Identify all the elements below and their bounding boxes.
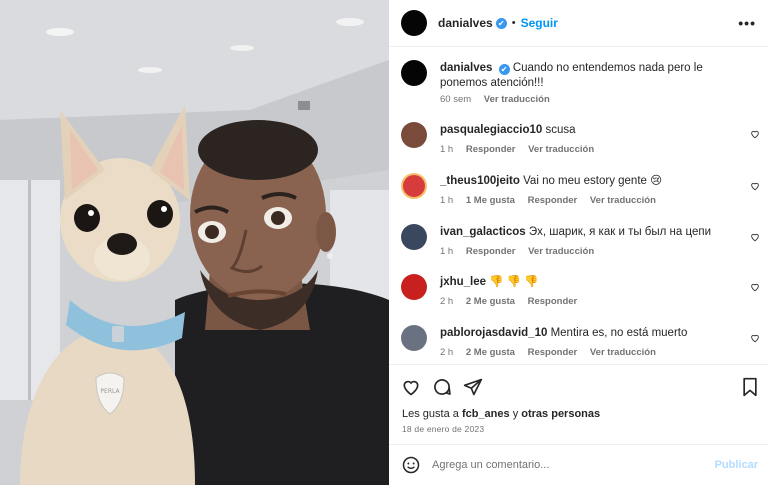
comment-reply-link[interactable]: Responder	[528, 195, 578, 206]
follow-button[interactable]: Seguir	[521, 16, 558, 30]
caption-time: 60 sem	[440, 94, 472, 105]
comment-body: Vai no meu estory gente 😢	[523, 175, 663, 187]
caption-row: danialves ✔ Cuando no entendemos nada pe…	[389, 57, 768, 112]
verified-badge-icon: ✔	[498, 64, 510, 75]
comment-reply-link[interactable]: Responder	[528, 347, 578, 358]
caption-avatar[interactable]	[401, 60, 427, 86]
emoji-icon[interactable]	[402, 456, 420, 474]
comment-translate-link[interactable]: Ver traducción	[590, 347, 656, 358]
comment-likes-count[interactable]: 1 Me gusta	[466, 195, 515, 206]
post-actions: Les gusta a fcb_anes y otras personas 18…	[389, 364, 768, 444]
caption-username[interactable]: danialves	[440, 62, 492, 74]
post-side-panel: danialves ✔ • Seguir ••• danialves ✔ Cua…	[389, 0, 768, 485]
separator-dot: •	[511, 17, 516, 29]
post-photo[interactable]: PERLA	[0, 0, 389, 485]
comment-text: pablorojasdavid_10 Mentira es, no está m…	[440, 326, 734, 341]
comment-icon[interactable]	[432, 377, 452, 397]
caption-text: danialves ✔ Cuando no entendemos nada pe…	[440, 61, 734, 91]
caption-meta: 60 sem Ver traducción	[440, 94, 560, 105]
comment-time: 2 h	[440, 347, 454, 358]
comment-username[interactable]: jxhu_lee	[440, 276, 486, 288]
author-avatar[interactable]	[401, 10, 427, 36]
comment-username[interactable]: ivan_galacticos	[440, 226, 526, 238]
comment-row: pablorojasdavid_10 Mentira es, no está m…	[389, 323, 768, 364]
comment-composer: Publicar	[389, 444, 768, 485]
comment-reply-link[interactable]: Responder	[528, 296, 578, 307]
publish-button[interactable]: Publicar	[715, 459, 758, 471]
comment-time: 1 h	[440, 195, 454, 206]
comment-time: 2 h	[440, 296, 454, 307]
comment-text: _theus100jeito Vai no meu estory gente 😢	[440, 174, 734, 189]
likes-connector: y	[512, 408, 519, 420]
comment-meta: 1 h Responder Ver traducción	[440, 144, 604, 155]
comment-avatar[interactable]	[401, 325, 427, 351]
heart-icon[interactable]	[401, 377, 421, 397]
comment-like-heart-icon[interactable]	[750, 282, 760, 292]
likes-others-link[interactable]: otras personas	[521, 408, 600, 420]
post-header: danialves ✔ • Seguir •••	[389, 0, 768, 47]
comment-row: pasqualegiaccio10 scusa 1 h Responder Ve…	[389, 120, 768, 164]
comment-row: ivan_galacticos Эх, шарик, я как и ты бы…	[389, 222, 768, 266]
dog-tag-text: PERLA	[100, 388, 120, 395]
caption-translate-link[interactable]: Ver traducción	[484, 94, 550, 105]
comment-translate-link[interactable]: Ver traducción	[528, 144, 594, 155]
likes-user-link[interactable]: fcb_anes	[462, 408, 510, 420]
comment-like-heart-icon[interactable]	[750, 333, 760, 343]
author-username[interactable]: danialves	[438, 16, 493, 30]
comment-body: 👎 👎 👎	[489, 276, 539, 288]
comment-text: pasqualegiaccio10 scusa	[440, 123, 734, 138]
comment-reply-link[interactable]: Responder	[466, 144, 516, 155]
comment-meta: 1 h 1 Me gusta Responder Ver traducción	[440, 195, 666, 206]
comment-avatar[interactable]	[401, 274, 427, 300]
post-date: 18 de enero de 2023	[402, 424, 485, 434]
comment-reply-link[interactable]: Responder	[466, 246, 516, 257]
comment-avatar[interactable]	[401, 173, 427, 199]
comment-row: _theus100jeito Vai no meu estory gente 😢…	[389, 171, 768, 215]
more-options-icon[interactable]: •••	[738, 15, 756, 31]
likes-summary: Les gusta a fcb_anes y otras personas	[402, 408, 600, 420]
comments-list[interactable]: danialves ✔ Cuando no entendemos nada pe…	[389, 47, 768, 364]
comment-username[interactable]: pasqualegiaccio10	[440, 124, 542, 136]
verified-badge-icon: ✔	[495, 17, 507, 29]
comment-avatar[interactable]	[401, 224, 427, 250]
bookmark-icon[interactable]	[740, 377, 760, 397]
comment-translate-link[interactable]: Ver traducción	[528, 246, 594, 257]
comment-translate-link[interactable]: Ver traducción	[590, 195, 656, 206]
comment-like-heart-icon[interactable]	[750, 181, 760, 191]
comment-body: Mentira es, no está muerto	[550, 327, 688, 339]
comment-like-heart-icon[interactable]	[750, 129, 760, 139]
comment-meta: 1 h Responder Ver traducción	[440, 246, 604, 257]
comment-meta: 2 h 2 Me gusta Responder	[440, 296, 587, 307]
share-icon[interactable]	[463, 377, 483, 397]
comment-body: Эх, шарик, я как и ты был на цепи	[528, 226, 712, 238]
comment-meta: 2 h 2 Me gusta Responder Ver traducción	[440, 347, 666, 358]
comment-row: jxhu_lee 👎 👎 👎 2 h 2 Me gusta Responder	[389, 272, 768, 316]
comment-text: ivan_galacticos Эх, шарик, я как и ты бы…	[440, 225, 734, 240]
comment-like-heart-icon[interactable]	[750, 232, 760, 242]
comment-body: scusa	[545, 124, 576, 136]
comment-username[interactable]: pablorojasdavid_10	[440, 327, 547, 339]
comment-time: 1 h	[440, 144, 454, 155]
post-image-illustration: PERLA	[0, 0, 389, 485]
comment-time: 1 h	[440, 246, 454, 257]
comment-likes-count[interactable]: 2 Me gusta	[466, 296, 515, 307]
comment-input[interactable]	[432, 459, 692, 471]
likes-prefix: Les gusta a	[402, 408, 459, 420]
comment-avatar[interactable]	[401, 122, 427, 148]
comment-likes-count[interactable]: 2 Me gusta	[466, 347, 515, 358]
comment-username[interactable]: _theus100jeito	[440, 175, 520, 187]
comment-text: jxhu_lee 👎 👎 👎	[440, 275, 734, 290]
